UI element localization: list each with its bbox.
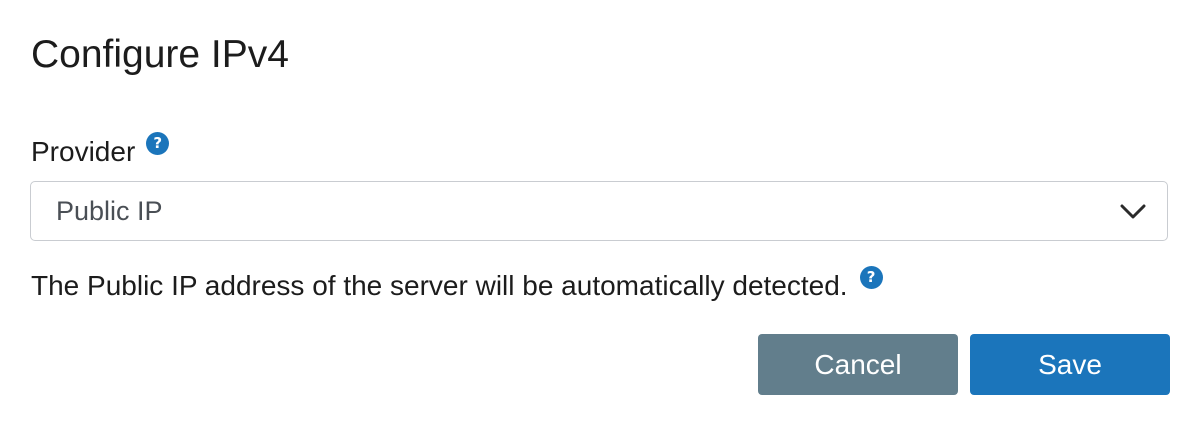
configure-ipv4-dialog: Configure IPv4 Provider ? Public IP The … — [0, 0, 1200, 424]
provider-select[interactable]: Public IP — [30, 181, 1168, 241]
provider-selected-value: Public IP — [56, 196, 163, 226]
provider-description-row: The Public IP address of the server will… — [31, 266, 883, 306]
provider-label-row: Provider ? — [31, 132, 170, 172]
save-button[interactable]: Save — [970, 334, 1170, 395]
dialog-title: Configure IPv4 — [31, 33, 289, 76]
provider-description: The Public IP address of the server will… — [31, 270, 848, 301]
cancel-button[interactable]: Cancel — [758, 334, 958, 395]
chevron-down-icon — [1120, 204, 1146, 219]
provider-label: Provider — [31, 136, 136, 167]
description-help-icon[interactable]: ? — [859, 266, 883, 289]
provider-help-icon[interactable]: ? — [146, 132, 170, 155]
